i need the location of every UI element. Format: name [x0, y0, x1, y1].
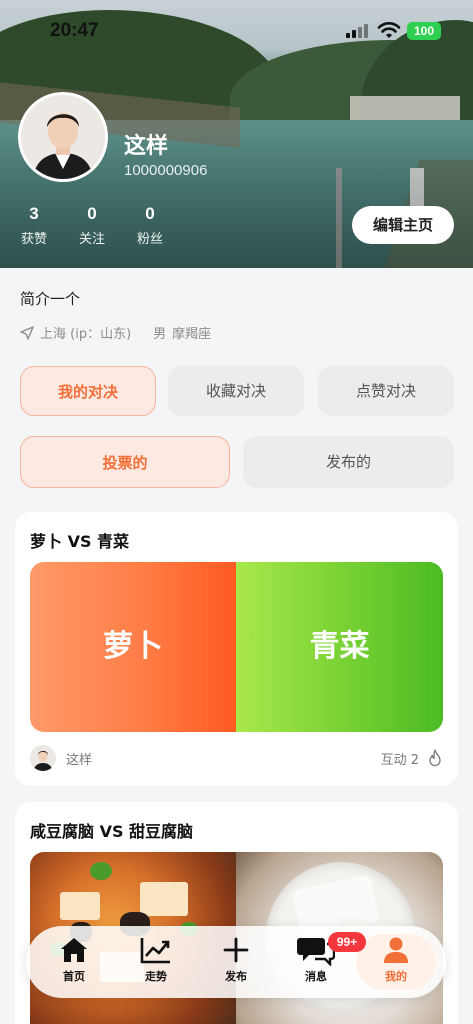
duel-title: 萝卜 VS 青菜: [30, 532, 130, 551]
signal-icon: [346, 24, 370, 38]
person-icon: [384, 937, 408, 963]
stat-followers[interactable]: 0 粉丝: [128, 204, 172, 247]
profile-zodiac: 摩羯座: [172, 327, 212, 342]
profile-nickname: 这样: [124, 134, 169, 159]
interaction-count: 互动 2: [380, 752, 419, 768]
profile-user-id: 1000000906: [124, 162, 208, 179]
duel-option-right[interactable]: 青菜: [236, 562, 443, 732]
tab-published[interactable]: 发布的: [243, 436, 454, 488]
nav-label-mine: 我的: [385, 970, 407, 983]
stat-following-label: 关注: [78, 232, 105, 247]
nav-item-home[interactable]: 首页: [34, 934, 114, 990]
profile-bio: 简介一个: [20, 290, 81, 308]
trend-icon: [140, 938, 170, 964]
stat-following[interactable]: 0 关注: [70, 204, 114, 247]
stat-likes-value: 3: [29, 204, 39, 223]
nav-item-mine[interactable]: 我的: [356, 934, 436, 990]
home-icon: [61, 938, 87, 962]
avatar[interactable]: [18, 92, 108, 182]
stat-likes-label: 获赞: [20, 232, 47, 247]
stat-followers-value: 0: [145, 204, 155, 223]
plus-icon: [223, 937, 249, 963]
wifi-icon: [377, 22, 401, 38]
duel-option-left[interactable]: 萝卜: [30, 562, 236, 732]
flame-icon: [429, 749, 441, 767]
bottom-navigation: 首页 走势 发布 消息 我的 99+: [26, 926, 446, 998]
profile-gender: 男: [153, 327, 167, 342]
nav-label-messages: 消息: [305, 970, 327, 983]
status-time: 20:47: [50, 20, 99, 41]
nav-label-publish: 发布: [225, 970, 247, 983]
status-bar: 20:47 100: [0, 0, 473, 56]
battery-icon: 100: [407, 22, 441, 40]
tab-voted[interactable]: 投票的: [20, 436, 230, 488]
tab-liked-duels[interactable]: 点赞对决: [318, 366, 454, 416]
nav-label-home: 首页: [63, 970, 85, 983]
duel-card[interactable]: 萝卜 VS 青菜 萝卜 青菜 这样 互动 2: [15, 512, 458, 786]
profile-location: 上海 (ip：山东): [40, 327, 132, 342]
profile-meta: 上海 (ip：山东) 男 摩羯座: [20, 323, 211, 342]
message-badge: 99+: [328, 932, 366, 952]
stat-followers-label: 粉丝: [136, 232, 163, 247]
nav-item-trend[interactable]: 走势: [116, 934, 196, 990]
duel-title: 咸豆腐脑 VS 甜豆腐脑: [30, 822, 194, 841]
stat-likes[interactable]: 3 获赞: [12, 204, 56, 247]
duel-card-footer: 这样 互动 2: [30, 744, 443, 772]
tab-my-duels[interactable]: 我的对决: [20, 366, 156, 416]
stat-following-value: 0: [87, 204, 97, 223]
nav-item-publish[interactable]: 发布: [196, 934, 276, 990]
nav-label-trend: 走势: [145, 970, 167, 983]
author-avatar[interactable]: [30, 745, 56, 771]
tab-favorite-duels[interactable]: 收藏对决: [168, 366, 304, 416]
location-arrow-icon: [20, 325, 34, 340]
edit-profile-button[interactable]: 编辑主页: [352, 206, 454, 244]
author-name[interactable]: 这样: [66, 749, 92, 768]
